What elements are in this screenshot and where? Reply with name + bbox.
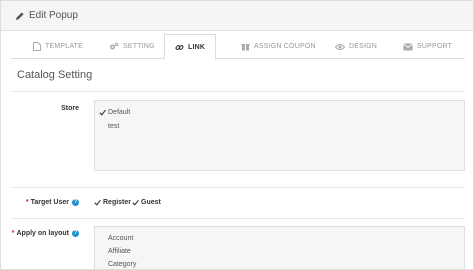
divider [11, 218, 465, 219]
tab-label: SETTING [123, 43, 155, 50]
tab-design[interactable]: DESIGN [335, 34, 377, 59]
store-checkbox-list: Default test [94, 100, 465, 171]
checkbox-unchecked [99, 123, 106, 130]
checkmark-icon [94, 199, 101, 206]
store-option-test[interactable]: test [99, 123, 119, 130]
tab-assign-coupon[interactable]: ASSIGN COUPON [241, 34, 316, 59]
required-marker: * [25, 199, 29, 206]
tab-label: ASSIGN COUPON [254, 43, 316, 50]
link-icon [175, 44, 184, 50]
checkbox-unchecked [99, 235, 106, 242]
eye-icon [335, 43, 345, 50]
tab-support[interactable]: SUPPORT [403, 34, 452, 59]
edit-popup-panel: Edit Popup TEMPLATE SETTING LINK ASSIGN … [0, 0, 474, 270]
apply-on-layout-label: * Apply on layout? [11, 230, 79, 237]
store-option-default[interactable]: Default [99, 109, 130, 116]
tab-label: DESIGN [349, 43, 378, 50]
target-user-label: * Target User? [25, 199, 79, 206]
tab-link[interactable]: LINK [164, 34, 217, 60]
panel-heading: Edit Popup [1, 1, 473, 31]
help-icon[interactable]: ? [72, 230, 79, 237]
tab-setting[interactable]: SETTING [109, 34, 155, 59]
required-marker: * [11, 230, 15, 237]
checkmark-icon [99, 109, 106, 116]
target-user-option-register[interactable]: Register [94, 199, 131, 206]
panel-title: Edit Popup [29, 10, 78, 21]
tab-label: SUPPORT [417, 43, 453, 50]
tab-template[interactable]: TEMPLATE [33, 34, 83, 59]
envelope-icon [403, 42, 413, 50]
pencil-icon [16, 11, 24, 20]
tab-label: TEMPLATE [45, 43, 84, 50]
layout-option-account[interactable]: Account [99, 235, 133, 242]
checkbox-unchecked [99, 261, 106, 268]
target-user-option-guest[interactable]: Guest [132, 199, 161, 206]
gift-icon [241, 44, 250, 51]
divider [11, 187, 465, 188]
layout-checkbox-list: Account Affiliate Category [94, 226, 465, 269]
checkmark-icon [132, 199, 139, 206]
divider [11, 91, 465, 92]
file-icon [33, 42, 41, 51]
checkbox-unchecked [99, 248, 106, 255]
help-icon[interactable]: ? [72, 199, 79, 206]
section-title: Catalog Setting [17, 69, 93, 81]
store-label: Store [61, 105, 79, 112]
layout-option-category[interactable]: Category [99, 261, 136, 268]
tab-label: LINK [188, 43, 206, 51]
layout-option-affiliate[interactable]: Affiliate [99, 248, 131, 255]
tab-bar: TEMPLATE SETTING LINK ASSIGN COUPON DESI… [11, 34, 465, 60]
gears-icon [110, 42, 119, 50]
